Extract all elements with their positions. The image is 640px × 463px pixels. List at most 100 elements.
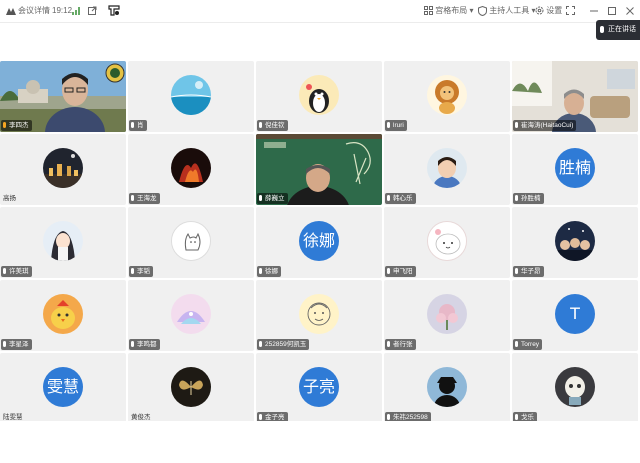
avatar — [555, 221, 595, 261]
participant-tile[interactable]: 李鸣都 — [128, 280, 254, 351]
microphone-icon — [387, 341, 390, 347]
avatar — [299, 75, 339, 115]
minimize-icon[interactable] — [590, 0, 598, 22]
participant-name: 崔海涛(HaitaoCui) — [513, 120, 577, 131]
microphone-icon — [259, 341, 262, 347]
gear-icon — [535, 6, 544, 15]
share-icon[interactable] — [88, 0, 97, 22]
avatar — [171, 148, 211, 188]
participant-tile[interactable]: 许美琪 — [0, 207, 126, 278]
host-tools-button[interactable]: 主持人工具 ▾ — [478, 0, 535, 22]
participant-name: 肖 — [129, 120, 147, 131]
participant-name: 倪佳钦 — [257, 120, 288, 131]
participant-tile[interactable]: 崔海涛(HaitaoCui) — [512, 61, 638, 132]
participant-tile[interactable]: 薛巍立 — [256, 134, 382, 205]
participant-tile[interactable]: 高扬 — [0, 134, 126, 205]
participant-tile[interactable]: 黄俊杰 — [128, 353, 254, 424]
participant-tile[interactable]: T Torrey — [512, 280, 638, 351]
avatar — [427, 294, 467, 334]
participant-tile[interactable]: 肖 — [128, 61, 254, 132]
app-info — [6, 0, 16, 22]
avatar — [43, 294, 83, 334]
participant-tile[interactable]: 雯慧 陆雯慧 — [0, 353, 126, 424]
participant-tile[interactable]: 李韬 — [128, 207, 254, 278]
microphone-icon — [3, 122, 6, 128]
participant-name: 者行张 — [385, 339, 416, 350]
fullscreen-icon[interactable] — [566, 0, 575, 22]
participant-name: Torrey — [513, 339, 543, 350]
participant-tile[interactable]: 李四杰 — [0, 61, 126, 132]
settings-button[interactable]: 设置 — [535, 0, 562, 22]
microphone-icon — [3, 268, 6, 274]
participant-tile[interactable]: 子亮 金子亮 — [256, 353, 382, 424]
participant-name: 许美琪 — [1, 266, 32, 277]
avatar — [171, 75, 211, 115]
chevron-down-icon: ▾ — [469, 6, 474, 15]
microphone-icon — [387, 195, 390, 201]
microphone-icon — [259, 414, 262, 420]
participant-tile[interactable]: 李星泽 — [0, 280, 126, 351]
speaking-label: 正在讲话 — [608, 26, 636, 33]
shield-icon — [478, 5, 487, 16]
participant-name: 李星泽 — [1, 339, 32, 350]
participant-name: 李鸣都 — [129, 339, 160, 350]
participant-tile[interactable]: 徐娜 徐娜 — [256, 207, 382, 278]
meeting-logo-icon — [6, 7, 16, 15]
participant-tile[interactable]: 韩心乐 — [384, 134, 510, 205]
avatar: 子亮 — [299, 367, 339, 407]
participant-name: 韩心乐 — [385, 193, 416, 204]
avatar — [427, 75, 467, 115]
record-indicator-icon — [108, 0, 120, 22]
participant-tile[interactable]: 者行张 — [384, 280, 510, 351]
grid-layout-icon — [424, 6, 433, 16]
microphone-icon — [131, 122, 134, 128]
maximize-icon[interactable] — [608, 0, 616, 22]
avatar — [427, 148, 467, 188]
microphone-icon — [259, 195, 262, 201]
microphone-icon — [600, 25, 604, 33]
participant-name: 高扬 — [3, 195, 16, 202]
microphone-icon — [131, 341, 134, 347]
layout-label: 宫格布局 — [435, 6, 468, 15]
participant-name: 徐娜 — [257, 266, 281, 277]
participant-name: 申飞阳 — [385, 266, 416, 277]
microphone-icon — [515, 341, 518, 347]
host-tools-label: 主持人工具 — [489, 6, 530, 15]
bottom-area — [0, 421, 640, 463]
settings-label: 设置 — [546, 6, 563, 15]
microphone-icon — [259, 268, 262, 274]
meeting-details-link[interactable]: 会议详情 — [18, 0, 50, 22]
avatar — [555, 367, 595, 407]
avatar: 雯慧 — [43, 367, 83, 407]
avatar — [171, 221, 211, 261]
participant-tile[interactable]: 王海龙 — [128, 134, 254, 205]
participant-name: 252859何凯玉 — [257, 339, 310, 350]
participant-name: 孙胜楠 — [513, 193, 544, 204]
avatar — [171, 367, 211, 407]
avatar: 胜楠 — [555, 148, 595, 188]
close-icon[interactable] — [626, 0, 634, 22]
participant-tile[interactable]: 朱祎252598 — [384, 353, 510, 424]
microphone-icon — [131, 195, 134, 201]
microphone-icon — [387, 414, 390, 420]
title-bar: 会议详情 19:12 宫格布局 ▾ 主持人工具 ▾ 设置 — [0, 0, 640, 23]
participant-tile[interactable]: 252859何凯玉 — [256, 280, 382, 351]
microphone-icon — [3, 341, 6, 347]
participant-tile[interactable]: 申飞阳 — [384, 207, 510, 278]
avatar: 徐娜 — [299, 221, 339, 261]
participant-tile[interactable]: 华子昂 — [512, 207, 638, 278]
participant-tile[interactable]: 戈乐 — [512, 353, 638, 424]
avatar — [299, 294, 339, 334]
participant-tile[interactable]: lruri — [384, 61, 510, 132]
speaking-indicator: 正在讲话 — [596, 20, 640, 40]
microphone-icon — [387, 122, 390, 128]
participant-tile[interactable]: 胜楠 孙胜楠 — [512, 134, 638, 205]
microphone-icon — [515, 414, 518, 420]
microphone-icon — [515, 195, 518, 201]
layout-button[interactable]: 宫格布局 ▾ — [424, 0, 473, 22]
avatar — [43, 148, 83, 188]
microphone-icon — [131, 268, 134, 274]
participant-name: 华子昂 — [513, 266, 544, 277]
participant-name: 李韬 — [129, 266, 153, 277]
participant-tile[interactable]: 倪佳钦 — [256, 61, 382, 132]
